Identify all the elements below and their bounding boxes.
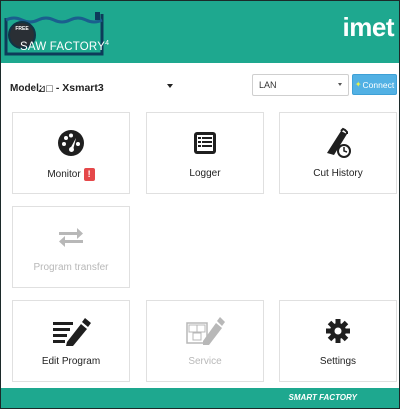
saw-history-icon [280,127,396,159]
tile-label: Monitor [47,169,81,181]
brand-logo: imet [342,12,395,42]
tile-cut-history[interactable]: Cut History [279,112,397,194]
chevron-down-icon [338,83,342,86]
tile-logger[interactable]: Logger [146,112,264,194]
speedometer-icon [13,127,129,159]
logo-text: SAW FACTORY4 [20,40,110,53]
tile-edit-program[interactable]: Edit Program [12,300,130,382]
tile-label: Cut History [313,168,363,179]
tile-monitor[interactable]: Monitor! [12,112,130,194]
tile-program-transfer[interactable]: Program transfer [12,206,130,288]
saw-factory-logo: FREE SAW FACTORY4 [4,10,109,56]
list-icon [147,127,263,159]
tile-settings[interactable]: Settings [279,300,397,382]
connection-select[interactable]: LAN [252,74,349,96]
connection-value: LAN [259,80,277,90]
gear-icon [280,315,396,347]
tile-label: Settings [319,356,357,367]
machine-icon: ⊿□ [37,82,53,95]
tile-label: Edit Program [41,356,101,367]
tile-label: Service [188,356,222,367]
connect-button[interactable]: ✦ Connect [352,74,397,95]
app-header: FREE SAW FACTORY4 imet [1,1,399,63]
toolbar: Model: ⊿□ - Xsmart3 LAN ✦ Connect [1,63,399,108]
transfer-icon [13,221,129,253]
tile-service[interactable]: Service [146,300,264,382]
service-icon [147,315,263,347]
tile-label: Program transfer [33,262,109,273]
alert-badge: ! [83,168,95,181]
app-footer: SMART FACTORY [1,388,399,408]
edit-list-icon [13,315,129,347]
model-value: - Xsmart3 [55,82,104,94]
model-select[interactable]: ⊿□ - Xsmart3 [37,78,173,98]
footer-text: SMART FACTORY [288,393,357,402]
plug-icon: ✦ [354,80,362,89]
tile-label: Logger [189,168,221,179]
chevron-down-icon [167,84,173,88]
